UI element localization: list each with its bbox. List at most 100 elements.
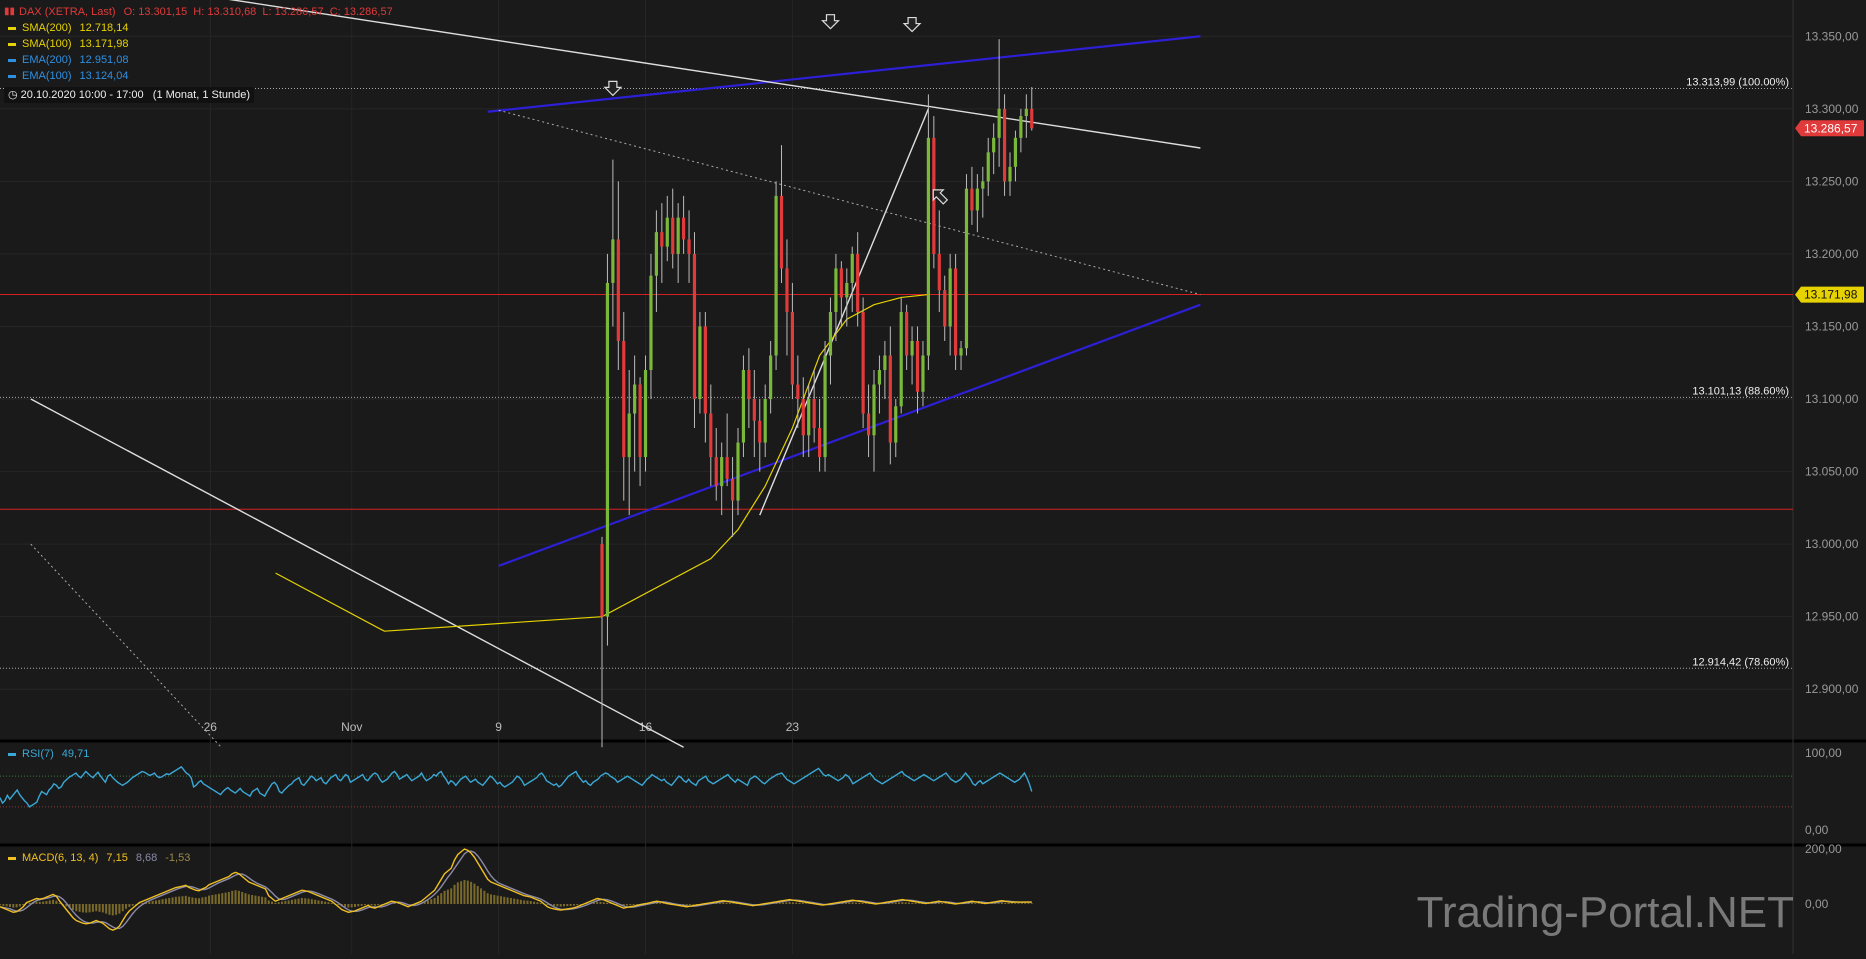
macd-histogram-bar	[1004, 902, 1007, 904]
macd-histogram-bar	[12, 904, 15, 908]
macd-histogram-bar	[791, 902, 794, 904]
candle-body	[894, 406, 898, 443]
macd-histogram-bar	[284, 901, 287, 904]
macd-histogram-bar	[78, 904, 81, 912]
macd-histogram-bar	[685, 904, 688, 906]
macd-histogram-bar	[367, 904, 370, 905]
macd-histogram-bar	[257, 896, 260, 904]
macd-y-tick-label: 200,00	[1805, 842, 1842, 856]
macd-histogram-bar	[0, 904, 1, 906]
macd-histogram-bar	[264, 897, 267, 904]
macd-histogram-bar	[231, 890, 234, 904]
candle-body	[818, 428, 822, 458]
indicator-row[interactable]: SMA(200) 12.718,14	[4, 20, 393, 36]
macd-swatch	[8, 856, 16, 860]
candle-body	[692, 253, 697, 400]
candle-body	[682, 217, 686, 240]
macd-histogram-bar	[971, 902, 974, 904]
period-row: ◷ 20.10.2020 10:00 - 17:00 (1 Monat, 1 S…	[4, 87, 393, 103]
chart-canvas[interactable]: 26Nov9162313.350,0013.300,0013.250,0013.…	[0, 0, 1866, 954]
macd-histogram-bar	[503, 896, 506, 904]
candle-body	[752, 399, 756, 421]
macd-histogram-bar	[659, 903, 662, 904]
macd-histogram-bar	[128, 904, 131, 907]
macd-histogram-bar	[148, 901, 151, 904]
macd-histogram-bar	[1017, 903, 1020, 904]
macd-histogram-bar	[151, 901, 154, 904]
candle-body	[643, 370, 648, 458]
macd-histogram-bar	[217, 893, 220, 904]
instrument-legend-row[interactable]: ▮▮ DAX (XETRA, Last) O: 13.301,15 H: 13.…	[4, 4, 393, 20]
macd-histogram-bar	[98, 904, 101, 912]
candle-body	[1024, 108, 1028, 117]
macd-histogram-bar	[350, 904, 353, 908]
macd-histogram-bar	[48, 900, 51, 904]
macd-histogram-bar	[198, 898, 201, 904]
macd-histogram-bar	[606, 902, 609, 904]
macd-histogram-bar	[191, 897, 194, 904]
macd-histogram-bar	[848, 902, 851, 904]
fib-level-label: 12.914,42 (78.60%)	[1692, 656, 1789, 668]
y-tick-label: 13.150,00	[1805, 319, 1859, 333]
macd-histogram-bar	[901, 902, 904, 904]
macd-histogram-bar	[576, 904, 579, 906]
macd-histogram-bar	[453, 884, 456, 904]
candle-body	[959, 348, 963, 356]
macd-histogram-bar	[131, 904, 134, 906]
macd-name: MACD(6, 13, 4)	[22, 852, 99, 864]
macd-histogram-bar	[277, 902, 280, 904]
macd-histogram-bar	[271, 901, 274, 904]
candle-body	[910, 340, 914, 356]
macd-histogram-bar	[801, 903, 804, 904]
macd-histogram-bar	[297, 898, 300, 904]
macd-histogram-bar	[208, 895, 211, 904]
macd-histogram-bar	[781, 902, 784, 904]
macd-legend[interactable]: MACD(6, 13, 4) 7,15 8,68 -1,53	[4, 852, 190, 864]
macd-histogram-bar	[473, 883, 476, 904]
macd-histogram-bar	[274, 902, 277, 904]
candlestick-icon: ▮▮	[4, 6, 16, 17]
macd-histogram-bar	[450, 888, 453, 904]
candle-body	[736, 442, 740, 501]
macd-histogram-bar	[2, 904, 5, 906]
price-label-text: 13.171,98	[1804, 288, 1858, 302]
macd-histogram-bar	[267, 900, 270, 904]
macd-histogram-bar	[234, 890, 237, 904]
candle-body	[1013, 137, 1018, 167]
candle-body	[850, 253, 854, 283]
macd-histogram-bar	[974, 903, 977, 904]
sma200-swatch	[8, 26, 16, 30]
macd-histogram-bar	[8, 904, 11, 907]
macd-histogram-bar	[294, 899, 297, 904]
candle-body	[622, 340, 626, 458]
macd-histogram-bar	[1007, 903, 1010, 904]
candle-body	[866, 413, 871, 436]
x-tick-label: Nov	[341, 720, 362, 734]
macd-histogram-bar	[460, 881, 463, 904]
indicator-row[interactable]: SMA(100) 13.171,98	[4, 36, 393, 52]
candle-body	[861, 311, 865, 414]
candle-body	[856, 253, 860, 312]
macd-histogram-bar	[18, 904, 21, 907]
candle-body	[937, 253, 941, 291]
macd-histogram-bar	[1014, 903, 1017, 904]
macd-hist-value: -1,53	[165, 852, 191, 864]
indicator-row[interactable]: EMA(100) 13.124,04	[4, 68, 393, 84]
macd-histogram-bar	[55, 900, 58, 904]
candle-body	[1030, 108, 1034, 129]
indicator-row[interactable]: EMA(200) 12.951,08	[4, 52, 393, 68]
candle-body	[1002, 108, 1007, 182]
macd-histogram-bar	[559, 904, 562, 907]
indicator-name: SMA(200)	[22, 22, 72, 34]
macd-histogram-bar	[52, 899, 55, 904]
macd-histogram-bar	[722, 902, 725, 904]
rsi-legend[interactable]: RSI(7) 49,71	[4, 748, 89, 760]
macd-histogram-bar	[632, 904, 635, 905]
ema100-swatch	[8, 74, 16, 78]
macd-histogram-bar	[917, 903, 920, 904]
macd-histogram-bar	[861, 903, 864, 904]
macd-histogram-bar	[307, 898, 310, 904]
macd-histogram-bar	[174, 896, 177, 904]
macd-histogram-bar	[111, 904, 114, 916]
macd-histogram-bar	[692, 904, 695, 905]
